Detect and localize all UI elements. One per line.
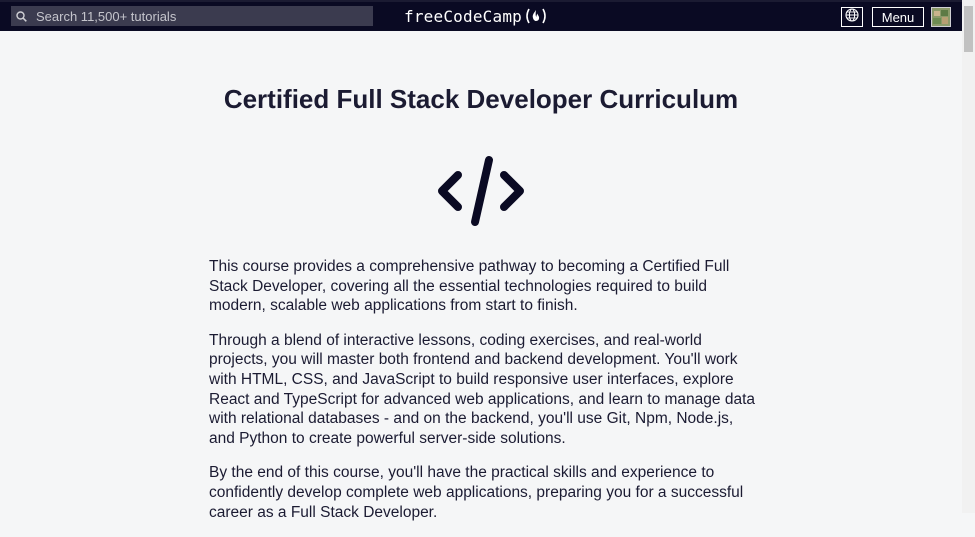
description-paragraph: By the end of this course, you'll have t…	[209, 464, 744, 521]
language-button[interactable]	[841, 7, 863, 27]
flame-icon	[524, 7, 548, 25]
course-description: This course provides a comprehensive pat…	[209, 257, 757, 537]
logo-text: freeCodeCamp	[404, 6, 522, 26]
search-box[interactable]	[11, 6, 373, 26]
search-input[interactable]	[36, 8, 366, 24]
search-icon	[15, 10, 27, 22]
menu-button[interactable]: Menu	[872, 7, 924, 27]
scrollbar-thumb[interactable]	[964, 6, 973, 52]
description-paragraph: Through a blend of interactive lessons, …	[209, 331, 756, 447]
code-icon	[436, 155, 526, 227]
vertical-scrollbar[interactable]	[962, 0, 975, 513]
freecodecamp-logo[interactable]: freeCodeCamp	[404, 6, 548, 26]
top-navbar: freeCodeCamp Menu	[0, 0, 975, 31]
avatar[interactable]	[931, 7, 951, 27]
globe-icon	[845, 7, 859, 27]
page-title: Certified Full Stack Developer Curriculu…	[223, 84, 739, 114]
description-paragraph: This course provides a comprehensive pat…	[209, 258, 730, 315]
